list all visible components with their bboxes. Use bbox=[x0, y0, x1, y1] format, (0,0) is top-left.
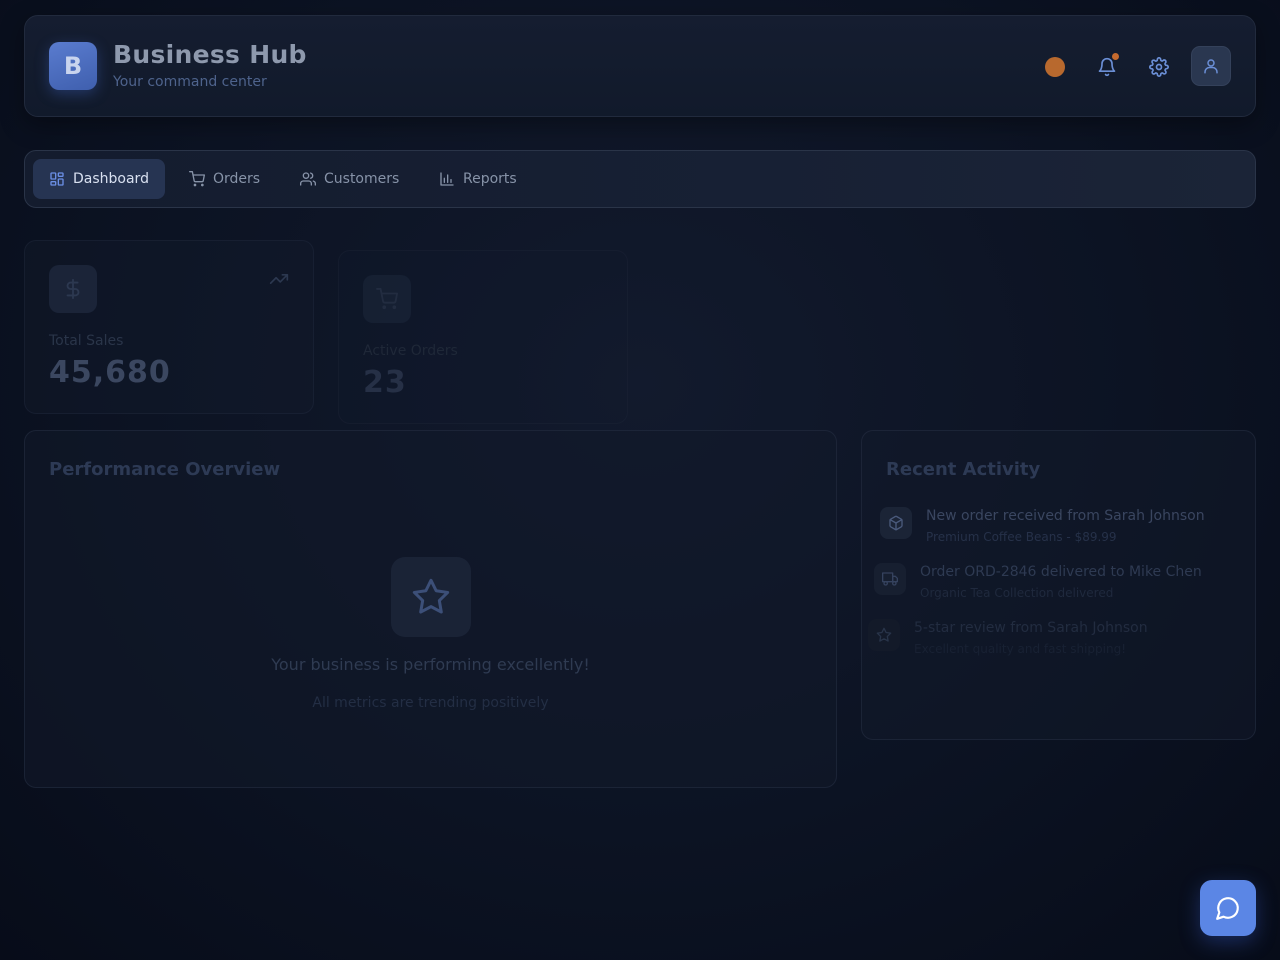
activity-icon-wrap bbox=[868, 619, 900, 651]
settings-button[interactable] bbox=[1144, 52, 1174, 82]
activity-desc: Excellent quality and fast shipping! bbox=[914, 642, 1127, 656]
performance-submessage: All metrics are trending positively bbox=[312, 695, 549, 711]
tab-reports[interactable]: Reports bbox=[423, 159, 533, 199]
brand-logo[interactable]: B bbox=[49, 42, 97, 90]
tab-orders[interactable]: Orders bbox=[173, 159, 276, 199]
header-bar: B Business Hub Your command center bbox=[24, 15, 1256, 117]
stat-card-total-sales[interactable]: Total Sales 45,680 bbox=[24, 240, 314, 414]
activity-icon-wrap bbox=[880, 507, 912, 539]
user-avatar-button[interactable] bbox=[1191, 46, 1231, 86]
stat-value: 23 bbox=[363, 365, 407, 400]
stat-card-active-orders[interactable]: Active Orders 23 bbox=[338, 250, 628, 424]
trend-up-icon bbox=[269, 274, 289, 284]
dollar-icon bbox=[66, 278, 80, 300]
star-icon bbox=[412, 578, 450, 614]
activity-title: 5-star review from Sarah Johnson bbox=[914, 620, 1148, 636]
user-icon bbox=[1204, 59, 1218, 74]
activity-desc: Premium Coffee Beans - $89.99 bbox=[926, 530, 1117, 544]
gear-icon bbox=[1149, 57, 1169, 77]
bell-icon bbox=[1098, 57, 1116, 77]
panel-title: Performance Overview bbox=[49, 459, 281, 480]
performance-message: Your business is performing excellently! bbox=[271, 655, 590, 674]
notification-badge bbox=[1112, 53, 1119, 60]
stat-value: 45,680 bbox=[49, 355, 171, 390]
tab-label: Customers bbox=[324, 171, 400, 187]
tab-label: Reports bbox=[463, 171, 517, 187]
grid-icon bbox=[50, 172, 64, 186]
bar-chart-icon bbox=[440, 172, 454, 186]
cart-icon bbox=[376, 288, 398, 310]
users-icon bbox=[300, 172, 316, 186]
cart-icon bbox=[189, 171, 205, 187]
main-nav: Dashboard Orders Customers Reports bbox=[24, 150, 1256, 208]
activity-item[interactable]: 5-star review from Sarah Johnson Excelle… bbox=[868, 619, 1148, 657]
performance-overview-panel: Performance Overview Your business is pe… bbox=[24, 430, 837, 788]
status-indicator[interactable] bbox=[1045, 57, 1065, 77]
activity-icon-wrap bbox=[874, 563, 906, 595]
brand-title: Business Hub bbox=[113, 40, 307, 69]
activity-desc: Organic Tea Collection delivered bbox=[920, 586, 1114, 600]
chat-bubble-icon bbox=[1216, 897, 1239, 920]
tab-label: Dashboard bbox=[73, 171, 149, 187]
panel-title: Recent Activity bbox=[886, 459, 1041, 480]
tab-label: Orders bbox=[213, 171, 261, 187]
activity-title: New order received from Sarah Johnson bbox=[926, 508, 1205, 524]
activity-item[interactable]: Order ORD-2846 delivered to Mike Chen Or… bbox=[874, 563, 1202, 601]
truck-icon bbox=[882, 572, 898, 586]
chat-button[interactable] bbox=[1200, 880, 1256, 936]
star-icon bbox=[876, 627, 892, 642]
stat-label: Total Sales bbox=[49, 333, 124, 349]
notifications-button[interactable] bbox=[1092, 52, 1122, 82]
package-icon bbox=[889, 515, 903, 531]
activity-item[interactable]: New order received from Sarah Johnson Pr… bbox=[880, 507, 1205, 545]
stat-icon-wrap bbox=[49, 265, 97, 313]
tab-customers[interactable]: Customers bbox=[284, 159, 415, 199]
stat-icon-wrap bbox=[363, 275, 411, 323]
tab-dashboard[interactable]: Dashboard bbox=[33, 159, 165, 199]
stat-label: Active Orders bbox=[363, 343, 458, 359]
brand-logo-letter: B bbox=[63, 52, 83, 80]
brand-subtitle: Your command center bbox=[113, 74, 267, 90]
performance-star-badge bbox=[391, 557, 471, 637]
activity-title: Order ORD-2846 delivered to Mike Chen bbox=[920, 564, 1202, 580]
recent-activity-panel: Recent Activity New order received from … bbox=[861, 430, 1256, 740]
